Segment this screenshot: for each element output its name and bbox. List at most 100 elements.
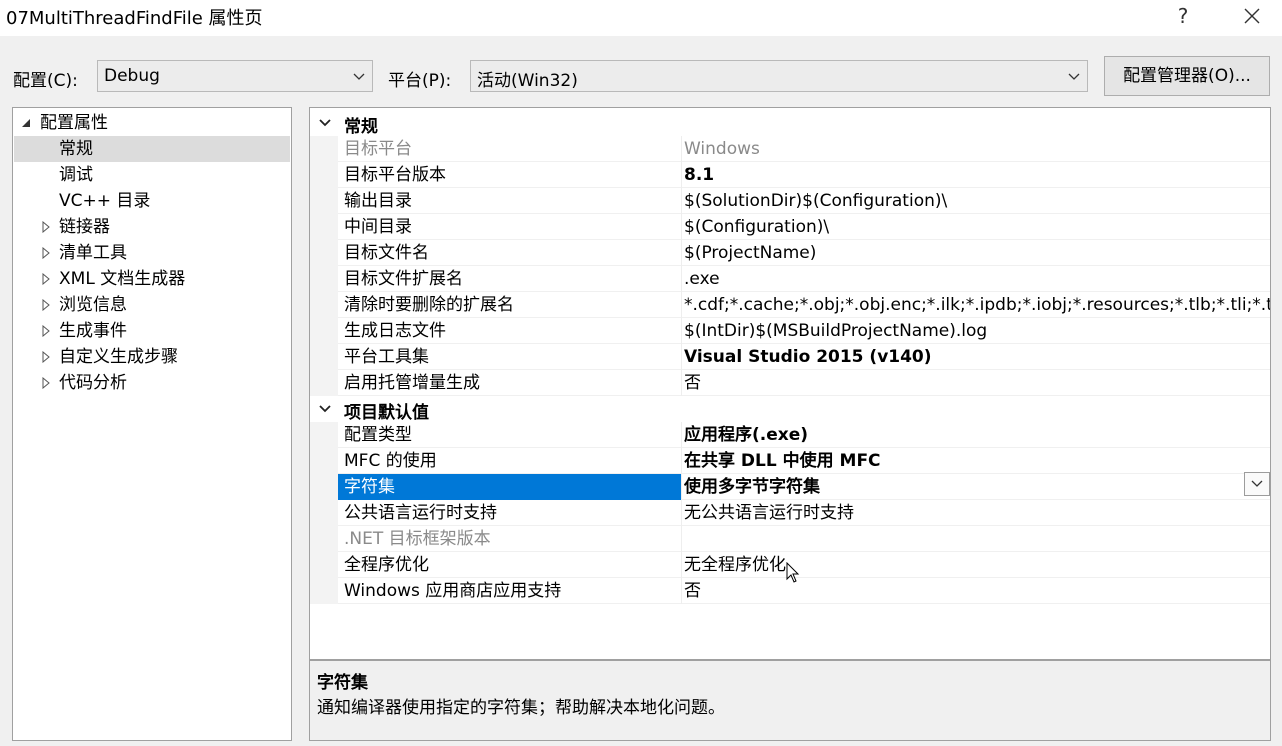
window-title: 07MultiThreadFindFile 属性页 xyxy=(6,8,263,29)
property-name: 公共语言运行时支持 xyxy=(338,500,682,526)
property-value[interactable]: .exe xyxy=(684,266,1270,292)
property-value[interactable]: $(Configuration)\ xyxy=(684,214,1270,240)
property-value[interactable]: 8.1 xyxy=(684,162,1270,188)
property-value[interactable]: $(ProjectName) xyxy=(684,240,1270,266)
help-button[interactable]: ? xyxy=(1160,0,1206,32)
category-header[interactable]: 项目默认值 xyxy=(310,396,1270,423)
property-name: 目标平台版本 xyxy=(338,162,682,188)
chevron-down-icon xyxy=(353,73,365,80)
chevron-down-icon xyxy=(1068,73,1080,80)
property-value[interactable]: $(SolutionDir)$(Configuration)\ xyxy=(684,188,1270,214)
property-name: 字符集 xyxy=(338,474,682,500)
property-name: 生成日志文件 xyxy=(338,318,682,344)
property-name: 平台工具集 xyxy=(338,344,682,370)
tree-item-label: 链接器 xyxy=(59,217,110,237)
category-header[interactable]: 常规 xyxy=(310,110,1270,137)
property-row[interactable]: 目标平台 Windows xyxy=(338,136,1270,162)
expanded-triangle-icon xyxy=(22,119,30,127)
row-indent-strip xyxy=(310,136,338,396)
property-value[interactable]: *.cdf;*.cache;*.obj;*.obj.enc;*.ilk;*.ip… xyxy=(684,292,1270,318)
property-value[interactable]: 否 xyxy=(684,370,1270,396)
property-row[interactable]: 平台工具集 Visual Studio 2015 (v140) xyxy=(338,344,1270,370)
configuration-manager-button[interactable]: 配置管理器(O)... xyxy=(1104,56,1270,96)
row-indent-strip xyxy=(310,422,338,604)
platform-label: 平台(P): xyxy=(388,71,452,91)
property-row[interactable]: 目标平台版本 8.1 xyxy=(338,162,1270,188)
description-panel: 字符集 通知编译器使用指定的字符集；帮助解决本地化问题。 xyxy=(309,660,1271,741)
property-name: 清除时要删除的扩展名 xyxy=(338,292,682,318)
property-row[interactable]: Windows 应用商店应用支持否 xyxy=(338,578,1270,604)
tree-item-label: 调试 xyxy=(59,165,93,185)
property-name: 中间目录 xyxy=(338,214,682,240)
property-row[interactable]: 中间目录 $(Configuration)\ xyxy=(338,214,1270,240)
collapsed-triangle-icon xyxy=(42,377,50,389)
collapsed-triangle-icon xyxy=(42,273,50,285)
property-value[interactable] xyxy=(684,526,1270,552)
tree-item-label: 清单工具 xyxy=(59,243,127,263)
title-bar: 07MultiThreadFindFile 属性页 ? xyxy=(0,0,1282,36)
collapsed-triangle-icon xyxy=(42,247,50,259)
property-name: 配置类型 xyxy=(338,422,682,448)
property-row[interactable]: 清除时要删除的扩展名 *.cdf;*.cache;*.obj;*.obj.enc;… xyxy=(338,292,1270,318)
chevron-down-icon xyxy=(319,405,331,413)
property-row[interactable]: 输出目录 $(SolutionDir)$(Configuration)\ xyxy=(338,188,1270,214)
mouse-cursor-icon xyxy=(786,562,800,583)
property-value[interactable]: $(IntDir)$(MSBuildProjectName).log xyxy=(684,318,1270,344)
property-name: 目标文件扩展名 xyxy=(338,266,682,292)
property-name: 目标平台 xyxy=(338,136,682,162)
property-row[interactable]: 目标文件扩展名 .exe xyxy=(338,266,1270,292)
property-name: 启用托管增量生成 xyxy=(338,370,682,396)
property-row[interactable]: 全程序优化 无全程序优化 xyxy=(338,552,1270,578)
property-row[interactable]: 公共语言运行时支持 无公共语言运行时支持 xyxy=(338,500,1270,526)
collapsed-triangle-icon xyxy=(42,221,50,233)
tree-item[interactable]: 常规 xyxy=(14,136,290,162)
property-row[interactable]: 配置类型 应用程序(.exe) xyxy=(338,422,1270,448)
config-value: Debug xyxy=(104,66,160,86)
value-dropdown-button[interactable] xyxy=(1244,472,1270,496)
property-value[interactable]: 无全程序优化 xyxy=(684,552,1270,578)
category-label: 项目默认值 xyxy=(344,403,429,423)
close-icon xyxy=(1244,8,1260,24)
collapsed-triangle-icon xyxy=(42,299,50,311)
property-row[interactable]: 字符集 使用多字节字符集 xyxy=(338,474,1270,500)
collapsed-triangle-icon xyxy=(42,325,50,337)
tree-item-label: VC++ 目录 xyxy=(59,191,151,211)
tree-item-label: 代码分析 xyxy=(59,373,127,393)
property-name: .NET 目标框架版本 xyxy=(338,526,682,552)
platform-value: 活动(Win32) xyxy=(477,71,578,91)
property-tree: 配置属性 常规调试 VC++ 目录 链接器清单工具 XML 文档生成器 浏览信息生成事件… xyxy=(12,107,292,741)
property-name: MFC 的使用 xyxy=(338,448,682,474)
property-value[interactable]: 否 xyxy=(684,578,1270,604)
property-name: 全程序优化 xyxy=(338,552,682,578)
tree-item-label: XML 文档生成器 xyxy=(59,269,186,289)
property-name: Windows 应用商店应用支持 xyxy=(338,578,682,604)
close-button[interactable] xyxy=(1229,0,1275,32)
platform-combobox[interactable]: 活动(Win32) xyxy=(470,60,1088,92)
tree-root-label: 配置属性 xyxy=(40,113,108,133)
property-value[interactable]: Windows xyxy=(684,136,1270,162)
chevron-down-icon xyxy=(1251,480,1263,487)
tree-item-label: 常规 xyxy=(59,139,93,159)
property-name: 目标文件名 xyxy=(338,240,682,266)
category-label: 常规 xyxy=(344,117,378,137)
config-combobox[interactable]: Debug xyxy=(97,60,373,92)
collapsed-triangle-icon xyxy=(42,351,50,363)
property-value[interactable]: 使用多字节字符集 xyxy=(684,474,1270,500)
property-value[interactable]: 应用程序(.exe) xyxy=(684,422,1270,448)
property-row[interactable]: 生成日志文件 $(IntDir)$(MSBuildProjectName).log xyxy=(338,318,1270,344)
description-title: 字符集 xyxy=(317,673,368,693)
description-text: 通知编译器使用指定的字符集；帮助解决本地化问题。 xyxy=(317,698,725,718)
chevron-down-icon xyxy=(319,119,331,127)
property-value[interactable]: Visual Studio 2015 (v140) xyxy=(684,344,1270,370)
config-label: 配置(C): xyxy=(13,71,78,91)
tree-item-label: 生成事件 xyxy=(59,321,127,341)
property-row[interactable]: 目标文件名 $(ProjectName) xyxy=(338,240,1270,266)
property-value[interactable]: 无公共语言运行时支持 xyxy=(684,500,1270,526)
property-value[interactable]: 在共享 DLL 中使用 MFC xyxy=(684,448,1270,474)
property-row[interactable]: .NET 目标框架版本 xyxy=(338,526,1270,552)
property-name: 输出目录 xyxy=(338,188,682,214)
property-row[interactable]: 启用托管增量生成否 xyxy=(338,370,1270,396)
property-row[interactable]: MFC 的使用 在共享 DLL 中使用 MFC xyxy=(338,448,1270,474)
tree-item-label: 浏览信息 xyxy=(59,295,127,315)
tree-item-label: 自定义生成步骤 xyxy=(59,347,178,367)
